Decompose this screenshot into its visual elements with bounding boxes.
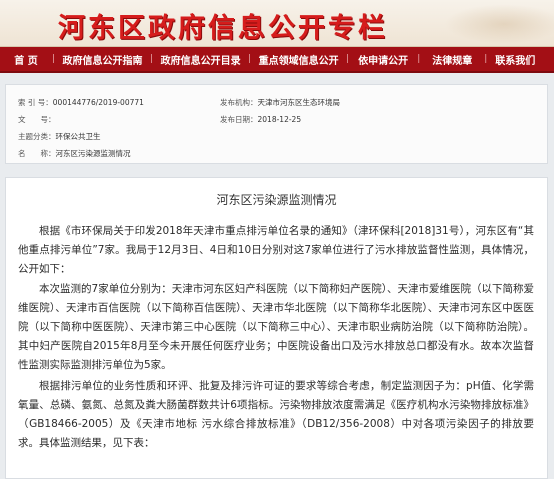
- nav-contact[interactable]: 联系我们: [487, 52, 543, 67]
- banner-decoration: [444, 4, 554, 44]
- index-number: 索 引 号：000144776/2019-00771: [18, 98, 144, 107]
- nav-key-areas[interactable]: 重点领域信息公开: [251, 52, 346, 67]
- main-nav: 首 页 | 政府信息公开指南 | 政府信息公开目录 | 重点领域信息公开 | 依…: [0, 47, 554, 73]
- nav-guide[interactable]: 政府信息公开指南: [55, 52, 150, 67]
- document-metadata: 索 引 号：000144776/2019-00771 发布机构：天津市河东区生态…: [5, 84, 548, 164]
- article-paragraph: 根据《市环保局关于印发2018年天津市重点排污单位名录的通知》（津环保科[201…: [18, 225, 534, 275]
- publisher: 发布机构：天津市河东区生态环境局: [220, 98, 340, 107]
- document-name: 名 称：河东区污染源监测情况: [18, 149, 131, 158]
- nav-home[interactable]: 首 页: [0, 52, 52, 67]
- site-banner: 河东区政府信息公开专栏: [0, 0, 554, 47]
- article-body: 河东区污染源监测情况 根据《市环保局关于印发2018年天津市重点排污单位名录的通…: [5, 177, 548, 479]
- topic-category: 主题分类：环保公共卫生: [18, 132, 101, 141]
- article-title: 河东区污染源监测情况: [216, 193, 337, 207]
- nav-laws[interactable]: 法律规章: [420, 52, 484, 67]
- nav-on-request[interactable]: 依申请公开: [349, 52, 417, 67]
- article-paragraph: 根据排污单位的业务性质和环评、批复及排污许可证的要求等综合考虑，制定监测因子为：…: [18, 380, 534, 449]
- document-number: 文 号：: [18, 115, 56, 124]
- publish-date: 发布日期：2018-12-25: [220, 115, 302, 124]
- nav-catalog[interactable]: 政府信息公开目录: [153, 52, 248, 67]
- site-title: 河东区政府信息公开专栏: [58, 13, 388, 44]
- article-paragraph: 本次监测的7家单位分别为：天津市河东区妇产科医院（以下简称妇产医院）、天津市爱维…: [18, 283, 534, 371]
